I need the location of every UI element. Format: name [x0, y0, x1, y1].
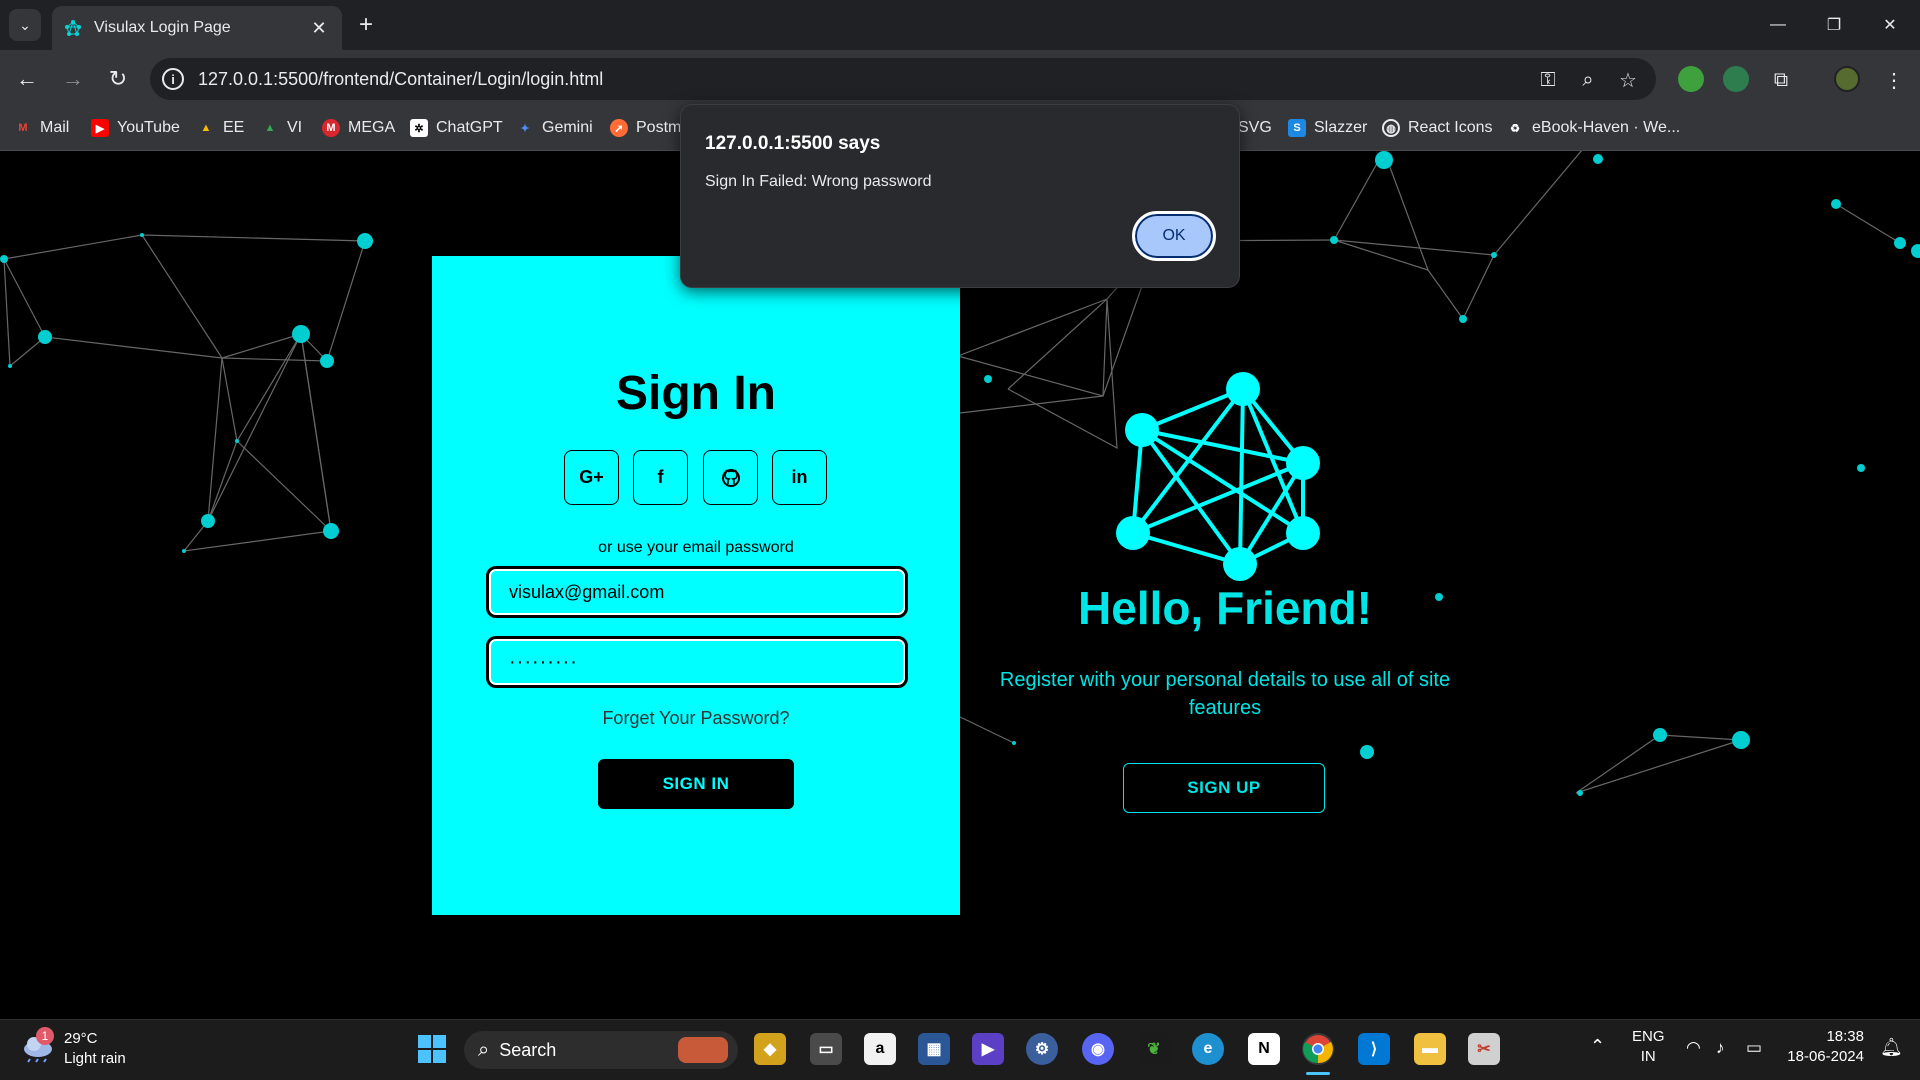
copilot-pre-icon[interactable]: ◆ — [754, 1033, 786, 1065]
bookmark-mega[interactable]: M MEGA — [322, 116, 395, 140]
vscode-icon[interactable]: ⟩ — [1358, 1033, 1390, 1065]
profile-avatar[interactable] — [1834, 66, 1860, 92]
bookmark-svg[interactable]: SVG — [1238, 116, 1272, 140]
tab-title: Visulax Login Page — [94, 19, 231, 36]
weather-temp: 29°C — [64, 1030, 98, 1047]
minimize-button[interactable]: — — [1750, 0, 1806, 50]
bookmark-chatgpt[interactable]: ✲ ChatGPT — [410, 116, 503, 140]
google-plus-button[interactable]: G+ — [564, 450, 619, 505]
zoom-icon[interactable]: ⌕ — [1574, 66, 1602, 94]
drive-icon: ▲ — [200, 122, 212, 134]
linkedin-button[interactable]: in — [772, 450, 827, 505]
notion-icon[interactable]: N — [1248, 1033, 1280, 1065]
tab-search-button[interactable]: ⌄ — [9, 9, 41, 41]
new-tab-button[interactable]: + — [352, 12, 380, 40]
slazzer-icon: S — [1288, 119, 1306, 137]
mega-icon: M — [322, 119, 340, 137]
extensions-puzzle-icon[interactable]: ⧉ — [1767, 66, 1795, 94]
discord-icon[interactable]: ◉ — [1082, 1033, 1114, 1065]
media-app-icon[interactable]: ▶ — [972, 1033, 1004, 1065]
forgot-password-link[interactable]: Forget Your Password? — [432, 708, 960, 729]
gemini-icon: ✦ — [520, 122, 530, 135]
bookmark-ebook-haven[interactable]: ♻ eBook-Haven · We... — [1506, 116, 1680, 140]
site-info-icon[interactable]: i — [162, 68, 184, 90]
bookmark-slazzer[interactable]: S Slazzer — [1288, 116, 1367, 140]
bookmark-vi[interactable]: ▲ VI — [261, 116, 303, 140]
dialog-title: 127.0.0.1:5500 says — [705, 133, 881, 154]
alert-dialog: 127.0.0.1:5500 says Sign In Failed: Wron… — [680, 104, 1240, 288]
menu-kebab-icon[interactable]: ⋮ — [1880, 66, 1908, 94]
dialog-ok-button[interactable]: OK — [1132, 211, 1216, 261]
network-favicon-icon — [65, 20, 81, 36]
search-highlight-icon — [678, 1037, 728, 1063]
wifi-icon[interactable]: ◠ — [1686, 1038, 1701, 1058]
globe-icon: ◍ — [1382, 119, 1400, 137]
weather-widget[interactable]: 1 29°C Light rain — [20, 1027, 126, 1071]
show-hidden-icons-chevron-icon[interactable]: ⌃ — [1590, 1036, 1605, 1056]
bookmark-postman[interactable]: ➚ Postm — [610, 116, 681, 140]
settings-gear-icon[interactable]: ⚙ — [1026, 1033, 1058, 1065]
restore-button[interactable]: ❐ — [1806, 0, 1862, 50]
register-text: Register with your personal details to u… — [999, 669, 1451, 719]
email-input[interactable]: visulax@gmail.com — [486, 566, 908, 618]
linkedin-icon: in — [791, 467, 808, 487]
edge-icon[interactable]: e — [1192, 1033, 1224, 1065]
forward-button[interactable]: → — [56, 62, 90, 96]
taskbar-search[interactable]: ⌕ Search — [464, 1031, 738, 1069]
microsoft-store-icon[interactable]: ▦ — [918, 1033, 950, 1065]
extension-audio-icon[interactable] — [1723, 66, 1749, 92]
language-indicator[interactable]: ENG IN — [1632, 1027, 1665, 1067]
chrome-icon[interactable] — [1302, 1033, 1334, 1065]
chatgpt-icon: ✲ — [410, 119, 428, 137]
password-key-icon[interactable]: ⚿ — [1534, 66, 1562, 94]
file-explorer-icon[interactable]: ▬ — [1414, 1033, 1446, 1065]
github-icon — [721, 468, 740, 487]
bookmark-gemini[interactable]: ✦ Gemini — [516, 116, 592, 140]
weather-alert-badge: 1 — [36, 1027, 54, 1045]
search-icon: ⌕ — [478, 1038, 490, 1061]
sign-in-button[interactable]: SIGN IN — [598, 759, 794, 809]
password-input[interactable]: ········· — [486, 636, 908, 688]
postman-icon: ➚ — [610, 119, 628, 137]
bookmark-mail[interactable]: M Mail — [14, 116, 69, 140]
notification-bell-icon[interactable]: 🔔︎ — [1880, 1037, 1903, 1057]
bookmark-ee[interactable]: ▲ EE — [197, 116, 245, 140]
network-logo-icon — [1116, 372, 1320, 581]
sign-in-panel: Sign In G+ f in or use your email passwo… — [432, 256, 960, 915]
hello-title: Hello, Friend! — [1078, 582, 1372, 634]
address-bar[interactable]: i 127.0.0.1:5500/frontend/Container/Logi… — [150, 58, 1656, 100]
active-tab[interactable]: Visulax Login Page ✕ — [52, 6, 342, 50]
bookmark-youtube[interactable]: ▶ YouTube — [91, 116, 180, 140]
drive-icon: ▲ — [264, 122, 276, 134]
amazon-icon[interactable]: a — [864, 1033, 896, 1065]
chrome-active-indicator — [1306, 1072, 1330, 1075]
extension-green-icon[interactable] — [1678, 66, 1704, 92]
facebook-button[interactable]: f — [633, 450, 688, 505]
alt-login-text: or use your email password — [598, 539, 794, 556]
weather-desc: Light rain — [64, 1050, 126, 1067]
back-button[interactable]: ← — [10, 62, 44, 96]
sign-in-title: Sign In — [616, 367, 776, 420]
bookmark-react-icons[interactable]: ◍ React Icons — [1382, 116, 1492, 140]
windows-start-icon[interactable] — [416, 1033, 448, 1065]
sign-up-button[interactable]: SIGN UP — [1123, 763, 1325, 813]
task-view-icon[interactable]: ▭ — [810, 1033, 842, 1065]
facebook-icon: f — [657, 467, 664, 487]
gmail-icon: M — [18, 122, 28, 134]
tab-close-icon[interactable]: ✕ — [308, 18, 330, 39]
google-plus-icon: G+ — [579, 467, 604, 487]
reload-button[interactable]: ↻ — [101, 62, 135, 96]
mongodb-icon[interactable]: ❦ — [1138, 1033, 1170, 1065]
github-button[interactable] — [703, 450, 758, 505]
volume-icon[interactable]: ♪ — [1716, 1038, 1725, 1058]
close-window-button[interactable]: ✕ — [1862, 0, 1918, 50]
battery-icon[interactable]: ▭ — [1746, 1038, 1762, 1058]
youtube-icon: ▶ — [91, 119, 109, 137]
url-text: 127.0.0.1:5500/frontend/Container/Login/… — [198, 68, 604, 89]
snipping-tool-icon[interactable]: ✂ — [1468, 1033, 1500, 1065]
dialog-message: Sign In Failed: Wrong password — [705, 173, 932, 190]
clock[interactable]: 18:38 18-06-2024 — [1784, 1027, 1864, 1067]
bookmark-star-icon[interactable]: ☆ — [1614, 66, 1642, 94]
book-icon: ♻ — [1510, 122, 1520, 135]
